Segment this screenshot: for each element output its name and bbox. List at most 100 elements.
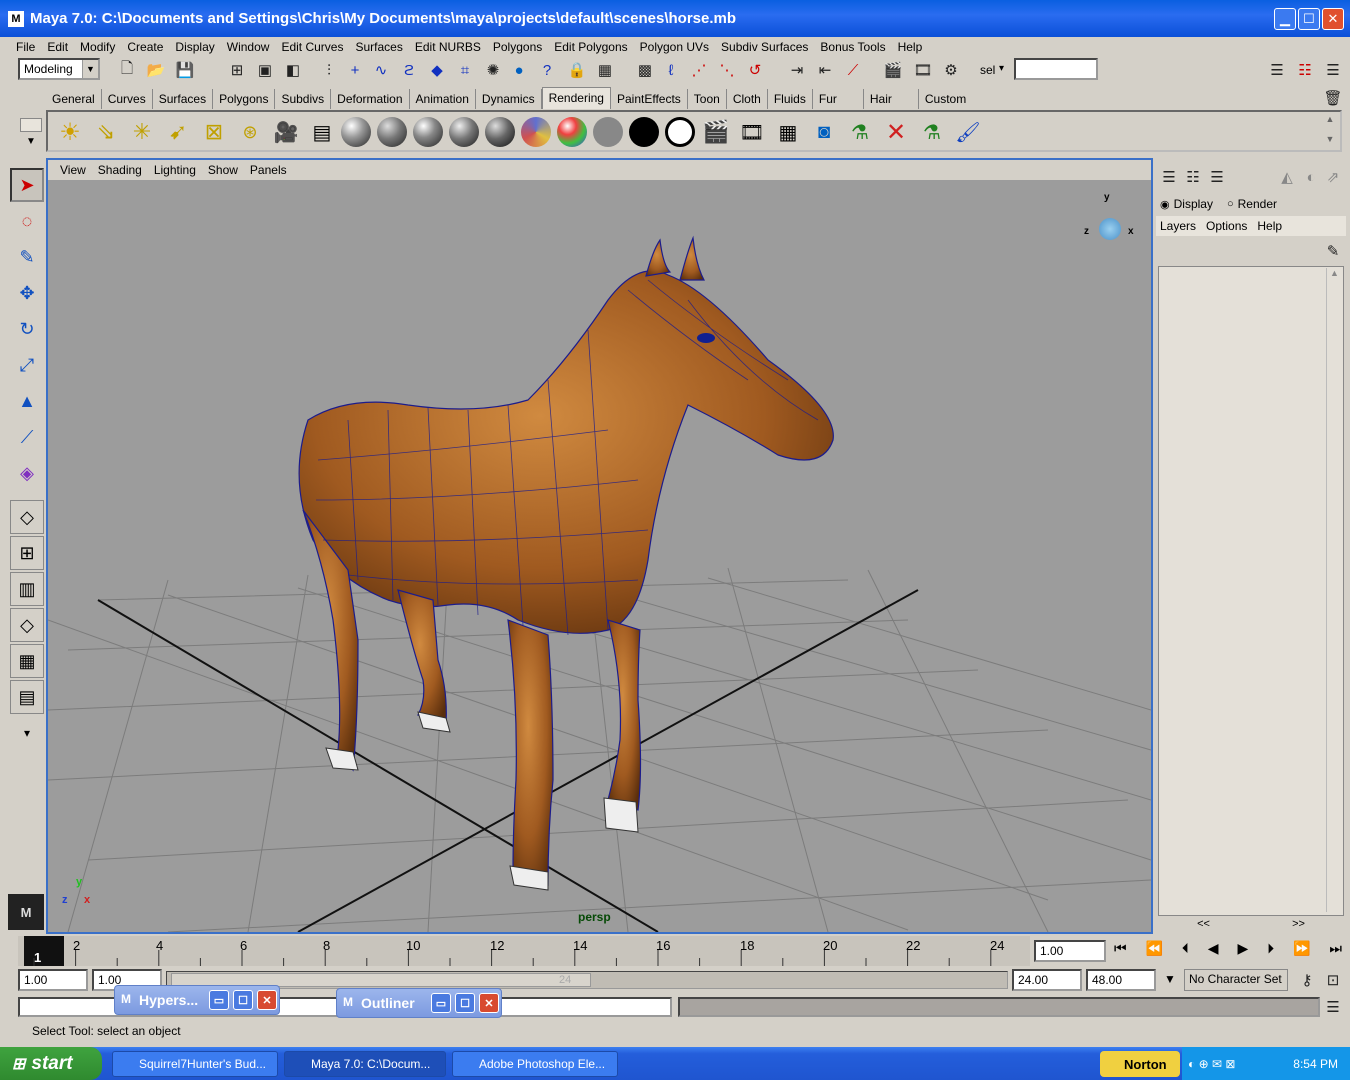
channel-box-toggle-icon[interactable]: ☰ bbox=[1322, 59, 1344, 81]
layout-single-icon[interactable]: ◇ bbox=[10, 500, 44, 534]
layout-four-icon[interactable]: ⊞ bbox=[10, 536, 44, 570]
menu-bonus-tools[interactable]: Bonus Tools bbox=[814, 40, 891, 54]
shelf-menu-toggle[interactable] bbox=[20, 118, 42, 132]
shelf-tab-animation[interactable]: Animation bbox=[410, 89, 476, 109]
ambient-light-icon[interactable]: ☀ bbox=[54, 116, 86, 148]
menu-modify[interactable]: Modify bbox=[74, 40, 121, 54]
scroll-right-button[interactable]: >> bbox=[1292, 918, 1305, 932]
save-scene-icon[interactable]: 💾 bbox=[174, 59, 196, 81]
output-connections-icon[interactable]: ⇤ bbox=[814, 59, 836, 81]
shelf-tab-fluids[interactable]: Fluids bbox=[768, 89, 813, 109]
channel-box-icon[interactable]: ☰ bbox=[1158, 166, 1180, 188]
view-cube[interactable]: y z x bbox=[1084, 192, 1134, 252]
render-current-icon[interactable]: 🎬 bbox=[882, 59, 904, 81]
phongE-shader-icon[interactable] bbox=[448, 116, 480, 148]
select-hierarchy-icon[interactable]: ⊞ bbox=[226, 59, 248, 81]
sel-dropdown-icon[interactable]: ▾ bbox=[999, 63, 1004, 74]
character-set-menu[interactable]: No Character Set bbox=[1184, 969, 1288, 991]
ipr-icon[interactable]: 🎞 bbox=[736, 116, 768, 148]
move-tool-icon[interactable]: ✥ bbox=[10, 276, 44, 310]
shelf-scroll[interactable]: ▲ ▼ bbox=[1322, 114, 1338, 148]
layer-render-icon[interactable]: ◐ bbox=[1300, 166, 1322, 188]
trash-icon[interactable]: 🗑 bbox=[1322, 87, 1344, 109]
vp-menu-show[interactable]: Show bbox=[202, 163, 244, 177]
phong-shader-icon[interactable] bbox=[412, 116, 444, 148]
redo-icon[interactable]: ↺ bbox=[744, 59, 766, 81]
layer-list[interactable] bbox=[1158, 266, 1344, 916]
snap-surface-icon[interactable]: ϩ bbox=[398, 59, 420, 81]
play-backwards-icon[interactable]: ◀ bbox=[1208, 940, 1219, 962]
layout-persp-outliner-icon[interactable]: ▥ bbox=[10, 572, 44, 606]
snap-point-icon[interactable]: + bbox=[344, 59, 366, 81]
layout-menu-icon[interactable]: ▾ bbox=[10, 716, 44, 750]
select-object-icon[interactable]: ▣ bbox=[254, 59, 276, 81]
shading-map-icon[interactable] bbox=[664, 116, 696, 148]
graph-icon[interactable]: ⟋ bbox=[842, 59, 864, 81]
restore-button[interactable]: ▭ bbox=[209, 990, 229, 1010]
range-slider[interactable]: 24 bbox=[166, 971, 1008, 989]
snap-view-plane-icon[interactable]: ◆ bbox=[426, 59, 448, 81]
time-slider[interactable]: 1 2 4 6 8 10 12 14 16 18 20 22 24 bbox=[18, 936, 1030, 966]
shelf-tab-hair[interactable]: Hair bbox=[864, 89, 919, 109]
rotate-tool-icon[interactable]: ↻ bbox=[10, 312, 44, 346]
input-connections-icon[interactable]: ⇥ bbox=[786, 59, 808, 81]
step-forward-frame-icon[interactable]: ⏵ bbox=[1267, 940, 1274, 962]
menu-edit[interactable]: Edit bbox=[41, 40, 74, 54]
use-background-icon[interactable] bbox=[628, 116, 660, 148]
layout-outliner-icon[interactable]: ▤ bbox=[10, 680, 44, 714]
char-set-chevron-down-icon[interactable]: ▼ bbox=[1160, 972, 1180, 990]
scroll-left-button[interactable]: << bbox=[1197, 918, 1210, 932]
input-ops-icon[interactable]: ● bbox=[508, 59, 530, 81]
maximize-button[interactable]: ☐ bbox=[455, 993, 475, 1013]
shelf-tab-toon[interactable]: Toon bbox=[688, 89, 727, 109]
menu-display[interactable]: Display bbox=[169, 40, 220, 54]
edge-select-icon[interactable]: ⋱ bbox=[716, 59, 738, 81]
shelf-tab-dynamics[interactable]: Dynamics bbox=[476, 89, 542, 109]
render-globals-icon[interactable]: ⚙ bbox=[940, 59, 962, 81]
new-layer-icon[interactable]: ✎ bbox=[1322, 240, 1344, 262]
shelf-tab-rendering[interactable]: Rendering bbox=[541, 87, 611, 109]
go-to-start-icon[interactable]: ⏮ bbox=[1114, 940, 1127, 962]
maximize-button[interactable]: ☐ bbox=[233, 990, 253, 1010]
area-light-icon[interactable]: ⊠ bbox=[198, 116, 230, 148]
quick-select-field[interactable] bbox=[1014, 58, 1098, 80]
ramp-shader-icon[interactable] bbox=[556, 116, 588, 148]
paint-select-tool-icon[interactable]: ✎ bbox=[10, 240, 44, 274]
shelf-tab-curves[interactable]: Curves bbox=[102, 89, 153, 109]
go-to-end-icon[interactable]: ⏭ bbox=[1329, 940, 1342, 962]
snap-curve-icon[interactable]: ∿ bbox=[370, 59, 392, 81]
playback-end-field[interactable]: 24.00 bbox=[1012, 969, 1082, 991]
taskbar-item-maya[interactable]: Maya 7.0: C:\Docum... bbox=[284, 1051, 446, 1077]
construction-history-icon[interactable]: ▩ bbox=[634, 59, 656, 81]
play-forward-icon[interactable]: ▶ bbox=[1237, 940, 1248, 962]
render-icon[interactable]: 🎬 bbox=[700, 116, 732, 148]
maximize-button[interactable]: ☐ bbox=[1298, 8, 1320, 30]
shelf-tab-general[interactable]: General bbox=[46, 89, 102, 109]
start-time-field[interactable]: 1.00 bbox=[18, 969, 88, 991]
spot-light-icon[interactable]: ➹ bbox=[162, 116, 194, 148]
attribute-icon[interactable]: ☰ bbox=[1206, 166, 1228, 188]
vp-menu-panels[interactable]: Panels bbox=[244, 163, 293, 177]
render-settings-icon[interactable]: ▦ bbox=[772, 116, 804, 148]
menu-polygon-uvs[interactable]: Polygon UVs bbox=[634, 40, 715, 54]
vp-menu-lighting[interactable]: Lighting bbox=[148, 163, 202, 177]
layer-help-menu[interactable]: Help bbox=[1257, 219, 1282, 233]
close-button[interactable]: ✕ bbox=[479, 993, 499, 1013]
mode-selector[interactable]: Modeling ▼ bbox=[18, 58, 100, 80]
menu-file[interactable]: File bbox=[10, 40, 41, 54]
delete-shader-icon[interactable]: ✕ bbox=[880, 116, 912, 148]
close-button[interactable]: ✕ bbox=[257, 990, 277, 1010]
show-manipulator-icon[interactable]: ◈ bbox=[10, 456, 44, 490]
open-scene-icon[interactable]: 📂 bbox=[145, 59, 167, 81]
highlight-icon[interactable]: ▦ bbox=[594, 59, 616, 81]
anisotropic-shader-icon[interactable] bbox=[484, 116, 516, 148]
shelf-options-icon[interactable]: ▼ bbox=[20, 136, 42, 152]
outliner-minimized-window[interactable]: M Outliner ▭ ☐ ✕ bbox=[336, 988, 502, 1018]
manipulator-tool-icon[interactable]: ▲ bbox=[10, 384, 44, 418]
auto-key-icon[interactable]: ⚷ bbox=[1296, 969, 1318, 991]
render-view-icon[interactable]: ▤ bbox=[306, 116, 338, 148]
menu-edit-nurbs[interactable]: Edit NURBS bbox=[409, 40, 487, 54]
surface-shader-icon[interactable] bbox=[592, 116, 624, 148]
layer-display-icon[interactable]: ◭ bbox=[1276, 166, 1298, 188]
menu-surfaces[interactable]: Surfaces bbox=[349, 40, 408, 54]
